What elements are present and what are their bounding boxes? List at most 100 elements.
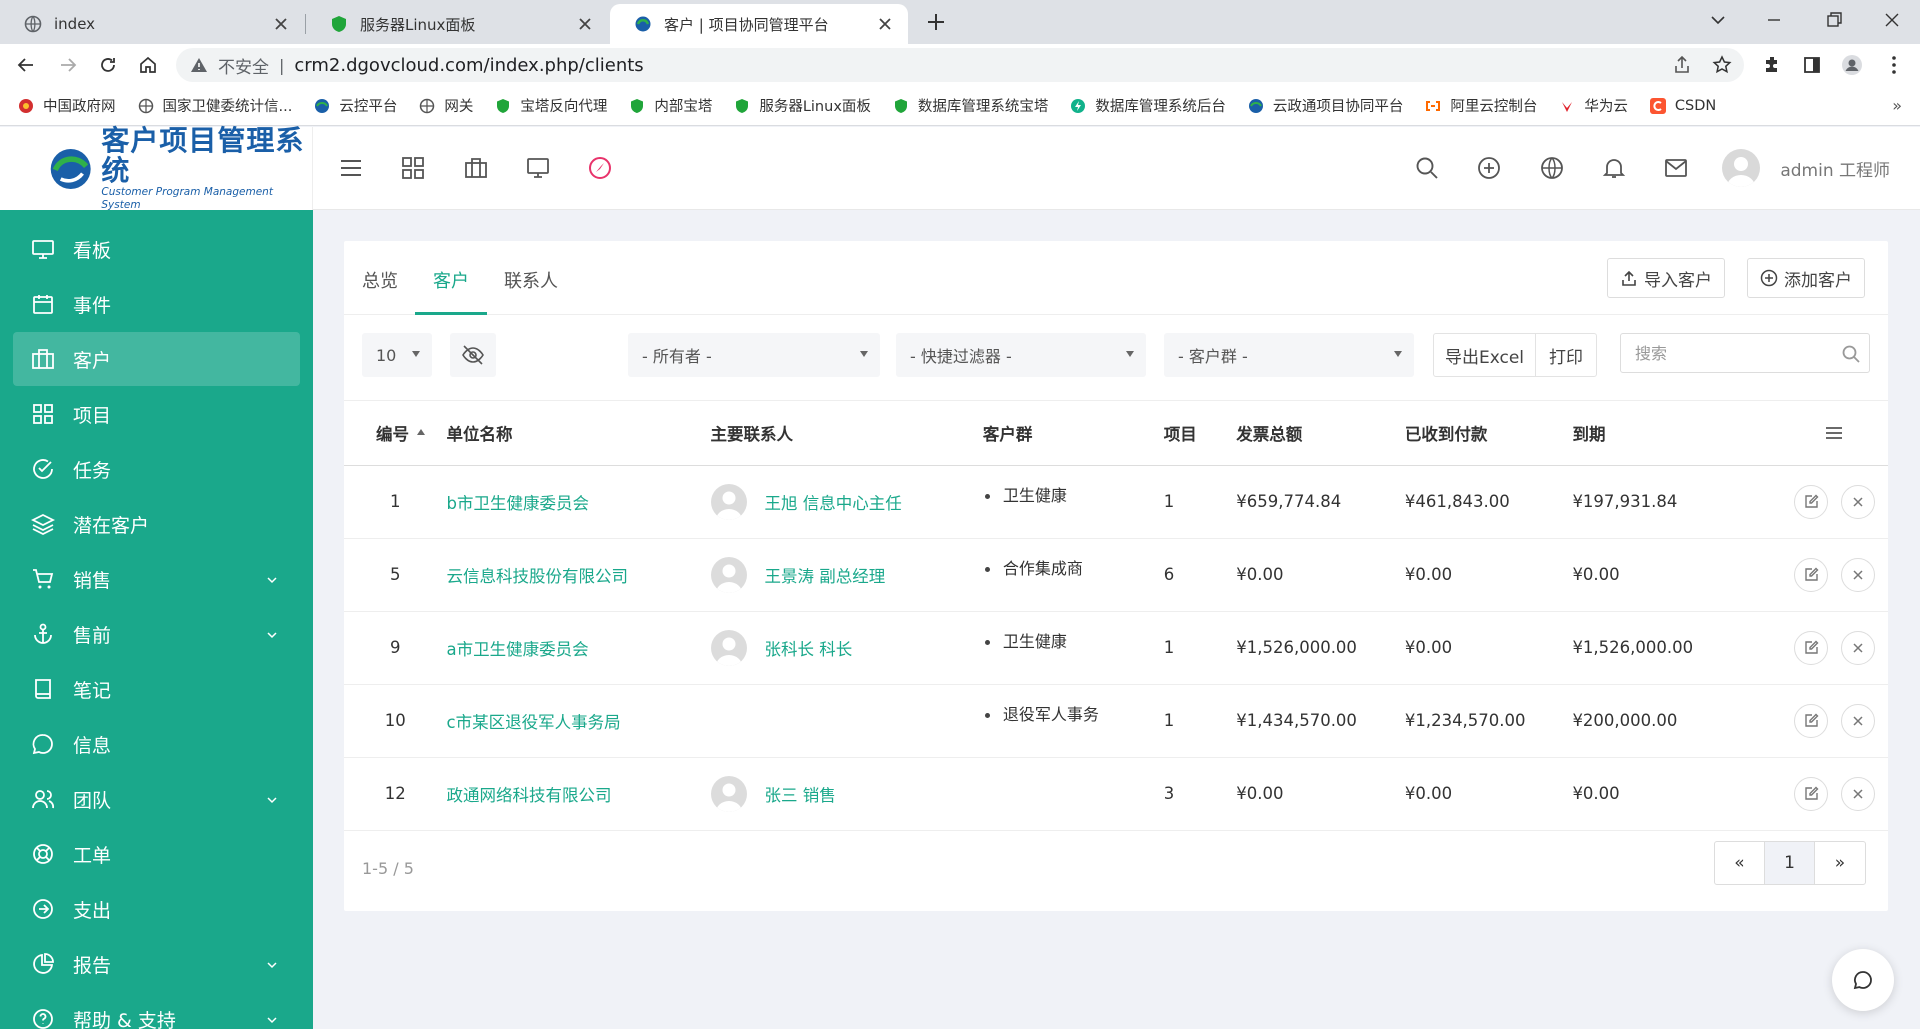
- column-header-due[interactable]: 到期: [1572, 401, 1754, 466]
- tab-contacts[interactable]: 联系人: [504, 267, 558, 293]
- import-clients-button[interactable]: 导入客户: [1607, 258, 1725, 298]
- browser-tab-clients[interactable]: 客户 | 项目协同管理平台: [610, 4, 908, 44]
- bookmark-item[interactable]: 数据库管理系统宝塔: [893, 95, 1048, 116]
- bookmark-item[interactable]: 云控平台: [314, 95, 397, 116]
- delete-button[interactable]: [1841, 703, 1875, 738]
- column-header-id[interactable]: 编号: [344, 401, 447, 466]
- column-header-group[interactable]: 客户群: [982, 401, 1164, 466]
- browser-tab-index[interactable]: index: [0, 4, 304, 44]
- back-icon[interactable]: [14, 53, 38, 77]
- compass-icon[interactable]: [587, 155, 613, 181]
- bookmark-item[interactable]: 华为云: [1559, 95, 1628, 116]
- primary-contact[interactable]: 张科长 科长: [710, 629, 983, 666]
- client-name-link[interactable]: a市卫生健康委员会: [447, 640, 589, 659]
- edit-button[interactable]: [1794, 630, 1828, 665]
- share-icon[interactable]: [1670, 53, 1694, 77]
- forward-icon[interactable]: [56, 53, 80, 77]
- sidebar-item-reports[interactable]: 报告: [13, 937, 300, 991]
- quick-filter[interactable]: - 快捷过滤器 -: [896, 333, 1146, 377]
- contact-name-link[interactable]: 王景涛 副总经理: [765, 563, 886, 587]
- language-globe-icon[interactable]: [1539, 155, 1565, 181]
- bookmark-item[interactable]: 服务器Linux面板: [734, 95, 871, 116]
- extensions-icon[interactable]: [1760, 53, 1784, 77]
- chat-button[interactable]: [1832, 949, 1894, 1011]
- sidebar-item-clients[interactable]: 客户: [13, 332, 300, 386]
- next-page-button[interactable]: »: [1815, 842, 1865, 884]
- sidebar-item-leads[interactable]: 潜在客户: [13, 497, 300, 551]
- sidebar-item-notes[interactable]: 笔记: [13, 662, 300, 716]
- monitor-icon[interactable]: [525, 155, 551, 181]
- bookmark-item[interactable]: 云政通项目协同平台: [1248, 95, 1403, 116]
- sidebar-item-team[interactable]: 团队: [13, 772, 300, 826]
- client-name-link[interactable]: c市某区退役军人事务局: [447, 713, 621, 732]
- prev-page-button[interactable]: «: [1715, 842, 1765, 884]
- close-window-icon[interactable]: [1880, 8, 1904, 32]
- sidebar-item-tasks[interactable]: 任务: [13, 442, 300, 496]
- close-tab-icon[interactable]: [576, 15, 594, 33]
- bookmark-item[interactable]: 中国政府网: [18, 95, 116, 116]
- search-input[interactable]: [1635, 343, 1825, 363]
- bookmark-item[interactable]: 数据库管理系统后台: [1070, 95, 1226, 116]
- bookmark-item[interactable]: CSDN: [1649, 97, 1716, 114]
- page-size-select[interactable]: 10: [362, 333, 432, 377]
- column-header-paid[interactable]: 已收到付款: [1404, 401, 1573, 466]
- primary-contact[interactable]: 王旭 信息中心主任: [710, 483, 983, 520]
- add-client-button[interactable]: 添加客户: [1747, 258, 1865, 298]
- reload-icon[interactable]: [96, 53, 120, 77]
- briefcase-icon[interactable]: [463, 155, 489, 181]
- print-button[interactable]: 打印: [1535, 333, 1597, 377]
- edit-button[interactable]: [1794, 557, 1828, 592]
- export-excel-button[interactable]: 导出Excel: [1433, 333, 1536, 377]
- delete-button[interactable]: [1841, 776, 1875, 811]
- edit-button[interactable]: [1794, 703, 1828, 738]
- url-field[interactable]: 不安全 | crm2.dgovcloud.com/index.php/clien…: [176, 48, 1744, 82]
- bookmark-item[interactable]: 国家卫健委统计信...: [138, 95, 292, 116]
- tab-overview[interactable]: 总览: [362, 267, 398, 293]
- new-tab-icon[interactable]: [924, 10, 948, 34]
- sidebar-item-dashboard[interactable]: 看板: [13, 222, 300, 276]
- bookmarks-overflow[interactable]: »: [1892, 96, 1902, 115]
- sidebar-item-messages[interactable]: 信息: [13, 717, 300, 771]
- sidebar-item-events[interactable]: 事件: [13, 277, 300, 331]
- tab-clients[interactable]: 客户: [433, 267, 469, 293]
- star-icon[interactable]: [1710, 53, 1734, 77]
- add-circle-icon[interactable]: [1476, 155, 1502, 181]
- hamburger-menu-icon[interactable]: [338, 155, 364, 181]
- delete-button[interactable]: [1841, 630, 1875, 665]
- bell-icon[interactable]: [1601, 155, 1627, 181]
- bookmark-item[interactable]: 网关: [419, 95, 473, 116]
- delete-button[interactable]: [1841, 557, 1875, 592]
- client-group-filter[interactable]: - 客户群 -: [1164, 333, 1414, 377]
- close-tab-icon[interactable]: [272, 15, 290, 33]
- sidebar-item-tickets[interactable]: 工单: [13, 827, 300, 881]
- sidepanel-icon[interactable]: [1800, 53, 1824, 77]
- contact-name-link[interactable]: 张三 销售: [765, 782, 836, 806]
- client-name-link[interactable]: b市卫生健康委员会: [447, 494, 589, 513]
- sidebar-item-expenses[interactable]: 支出: [13, 882, 300, 936]
- column-header-invoiced[interactable]: 发票总额: [1236, 401, 1405, 466]
- restore-icon[interactable]: [1822, 8, 1846, 32]
- mail-icon[interactable]: [1663, 155, 1689, 181]
- edit-button[interactable]: [1794, 776, 1828, 811]
- column-header-name[interactable]: 单位名称: [446, 401, 711, 466]
- search-field[interactable]: [1620, 333, 1870, 373]
- primary-contact[interactable]: 王景涛 副总经理: [710, 556, 983, 593]
- client-name-link[interactable]: 云信息科技股份有限公司: [447, 567, 629, 586]
- user-menu[interactable]: admin 工程师: [1722, 149, 1890, 187]
- profile-icon[interactable]: [1840, 53, 1864, 77]
- browser-tab-linux-panel[interactable]: 服务器Linux面板: [306, 4, 608, 44]
- primary-contact[interactable]: 张三 销售: [710, 775, 983, 812]
- column-header-projects[interactable]: 项目: [1163, 401, 1237, 466]
- bookmark-item[interactable]: 阿里云控制台: [1425, 95, 1537, 116]
- list-menu-icon[interactable]: [1824, 423, 1844, 443]
- bookmark-item[interactable]: 宝塔反向代理: [495, 95, 607, 116]
- page-1-button[interactable]: 1: [1765, 842, 1815, 884]
- close-tab-icon[interactable]: [876, 15, 894, 33]
- edit-button[interactable]: [1794, 484, 1828, 519]
- client-name-link[interactable]: 政通网络科技有限公司: [447, 786, 612, 805]
- home-icon[interactable]: [136, 53, 160, 77]
- delete-button[interactable]: [1841, 484, 1875, 519]
- grid-icon[interactable]: [400, 155, 426, 181]
- bookmark-item[interactable]: 内部宝塔: [629, 95, 712, 116]
- sidebar-item-help[interactable]: 帮助 & 支持: [13, 992, 300, 1029]
